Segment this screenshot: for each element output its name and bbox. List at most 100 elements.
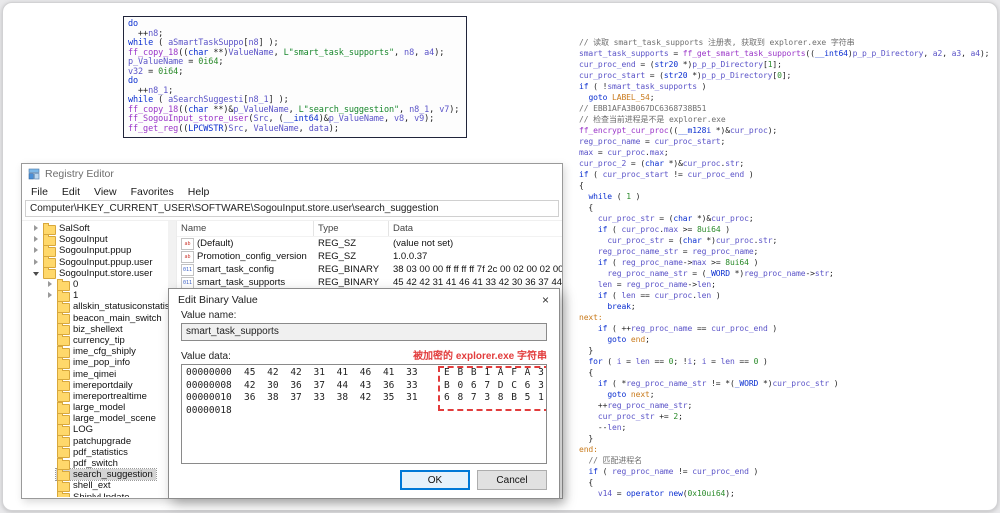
code-line: ff_encrypt_cur_proc((__m128i *)&cur_proc… xyxy=(579,126,778,135)
column-header-name[interactable]: Name xyxy=(177,221,314,236)
hex-offset: 00000010 xyxy=(186,392,232,403)
decompiled-code-top: do ++n8; while ( aSmartTaskSuppo[n8] ); ff… xyxy=(123,16,467,138)
tree-item-pdf_switch[interactable]: pdf_switch xyxy=(22,457,168,470)
tree-label: LOG xyxy=(73,424,94,436)
no-arrow xyxy=(46,425,55,434)
tree-label: biz_shellext xyxy=(73,323,123,335)
value-row-Promotion_config_version[interactable]: ab Promotion_config_version REG_SZ 1.0.0.37 xyxy=(177,250,562,263)
tree-item-large_model_scene[interactable]: large_model_scene xyxy=(22,412,168,425)
code-line: // 匹配进程名 xyxy=(588,456,643,465)
value-row-smart_task_config[interactable]: 011 smart_task_config REG_BINARY 38 03 00 0… xyxy=(177,263,562,276)
tree-item-imereportdaily[interactable]: imereportdaily xyxy=(22,379,168,392)
close-icon[interactable]: × xyxy=(539,293,552,307)
collapsed-arrow-icon[interactable] xyxy=(32,224,41,233)
code-top-body: do ++n8; while ( aSmartTaskSuppo[n8] ); ff… xyxy=(128,19,462,134)
value-data: 45 42 42 31 41 46 41 33 42 30 36 37 44 4… xyxy=(393,277,562,288)
registry-titlebar[interactable]: Registry Editor xyxy=(22,164,562,184)
tree-item-SalSoft[interactable]: SalSoft xyxy=(22,222,168,235)
code-line: v14 = operator new(0x10ui64); xyxy=(597,489,735,498)
no-arrow xyxy=(46,358,55,367)
tree-item-1[interactable]: 1 xyxy=(22,289,168,302)
tree-item-beacon_main_switch[interactable]: beacon_main_switch xyxy=(22,312,168,325)
tree-item-biz_shellext[interactable]: biz_shellext xyxy=(22,323,168,336)
code-line: if ( len == cur_proc.len ) xyxy=(597,291,721,300)
tree-item-allskin_statusiconstatistics[interactable]: allskin_statusiconstatistics xyxy=(22,300,168,313)
code-line: { xyxy=(579,181,584,190)
collapsed-arrow-icon[interactable] xyxy=(46,280,55,289)
value-name-field[interactable]: smart_task_supports xyxy=(181,323,547,341)
tree-item-SogouInput.store.user[interactable]: SogouInput.store.user xyxy=(22,267,168,280)
highlight-dashed-box xyxy=(438,366,546,411)
folder-icon xyxy=(43,267,56,280)
column-header-data[interactable]: Data xyxy=(389,221,562,236)
string-value-icon: ab xyxy=(181,237,194,250)
dialog-titlebar[interactable]: Edit Binary Value × xyxy=(169,289,559,310)
address-input[interactable]: Computer\HKEY_CURRENT_USER\SOFTWARE\Sogo… xyxy=(25,200,559,217)
code-line: cur_proc_2 = (char *)&cur_proc.str; xyxy=(579,159,745,168)
code-line: end: xyxy=(579,445,598,454)
list-header: Name Type Data xyxy=(177,221,562,237)
code-line: reg_proc_name = cur_proc_start; xyxy=(579,137,726,146)
no-arrow xyxy=(46,336,55,345)
collapsed-arrow-icon[interactable] xyxy=(46,291,55,300)
code-line: // 读取 smart_task_supports 注册表, 获取到 explo… xyxy=(579,38,855,47)
menu-edit[interactable]: Edit xyxy=(55,185,87,199)
no-arrow xyxy=(46,381,55,390)
dialog-content: Value name: smart_task_supports Value da… xyxy=(169,310,559,464)
menu-help[interactable]: Help xyxy=(181,185,217,199)
screenshot-stage: do ++n8; while ( aSmartTaskSuppo[n8] ); ff… xyxy=(0,0,1000,513)
no-arrow xyxy=(46,314,55,323)
tree-item-0[interactable]: 0 xyxy=(22,278,168,291)
menu-file[interactable]: File xyxy=(24,185,55,199)
registry-tree: SalSoft SogouInput SogouInput.ppup SogouInp… xyxy=(22,221,168,497)
collapsed-arrow-icon[interactable] xyxy=(32,235,41,244)
hex-editor[interactable]: 00000000 45 42 42 31 41 46 41 33 E B B 1 A… xyxy=(181,364,547,464)
code-line: --len; xyxy=(579,423,627,432)
code-line: for ( i = len == 0; !i; i = len == 0 ) xyxy=(588,357,768,366)
tree-item-SogouInput.ppup.user[interactable]: SogouInput.ppup.user xyxy=(22,256,168,269)
code-line: } xyxy=(579,434,594,443)
no-arrow xyxy=(46,370,55,379)
column-header-type[interactable]: Type xyxy=(314,221,389,236)
code-line: if ( ++reg_proc_name == cur_proc_end ) xyxy=(597,324,778,333)
tree-item-ime_pop_info[interactable]: ime_pop_info xyxy=(22,356,168,369)
tree-item-SogouInput[interactable]: SogouInput xyxy=(22,233,168,246)
folder-icon xyxy=(57,491,70,497)
tree-label: beacon_main_switch xyxy=(73,312,162,324)
tree-label: SogouInput.ppup xyxy=(59,245,132,257)
tree-label: 0 xyxy=(73,279,79,291)
tree-item-ShiplyUpdate[interactable]: ShiplyUpdate xyxy=(22,491,168,497)
ok-button[interactable]: OK xyxy=(400,470,470,490)
menu-favorites[interactable]: Favorites xyxy=(124,185,181,199)
tree-item-LOG[interactable]: LOG xyxy=(22,423,168,436)
tree-item-search_suggestion[interactable]: search_suggestion xyxy=(22,468,168,482)
content-card: do ++n8; while ( aSmartTaskSuppo[n8] ); ff… xyxy=(2,2,998,511)
tree-label: currency_tip xyxy=(73,334,125,346)
tree-item-ime_cfg_shiply[interactable]: ime_cfg_shiply xyxy=(22,345,168,358)
code-line: len = reg_proc_name->len; xyxy=(597,280,716,289)
tree-item-ime_qimei[interactable]: ime_qimei xyxy=(22,368,168,381)
menu-view[interactable]: View xyxy=(87,185,124,199)
code-line: ++reg_proc_name_str; xyxy=(579,401,693,410)
tree-label: imereportdaily xyxy=(73,379,133,391)
code-line: { xyxy=(579,368,594,377)
value-row-(Default)[interactable]: ab (Default) REG_SZ (value not set) xyxy=(177,237,562,250)
tree-item-pdf_statistics[interactable]: pdf_statistics xyxy=(22,446,168,459)
code-line: cur_proc_str += 2; xyxy=(597,412,683,421)
tree-item-large_model[interactable]: large_model xyxy=(22,401,168,414)
collapsed-arrow-icon[interactable] xyxy=(32,258,41,267)
tree-item-imereportrealtime[interactable]: imereportrealtime xyxy=(22,390,168,403)
no-arrow xyxy=(46,481,55,490)
cancel-button[interactable]: Cancel xyxy=(477,470,547,490)
hex-offset: 00000000 xyxy=(186,367,232,378)
code-line: { xyxy=(579,203,594,212)
tree-item-shell_ext[interactable]: shell_ext xyxy=(22,479,168,492)
tree-label: pdf_switch xyxy=(73,458,118,470)
expanded-arrow-icon[interactable] xyxy=(32,269,41,278)
tree-item-SogouInput.ppup[interactable]: SogouInput.ppup xyxy=(22,244,168,257)
code-line: next: xyxy=(579,313,603,322)
tree-item-currency_tip[interactable]: currency_tip xyxy=(22,334,168,347)
collapsed-arrow-icon[interactable] xyxy=(32,246,41,255)
tree-item-patchupgrade[interactable]: patchupgrade xyxy=(22,435,168,448)
hex-bytes: 45 42 42 31 41 46 41 33 xyxy=(244,367,418,378)
